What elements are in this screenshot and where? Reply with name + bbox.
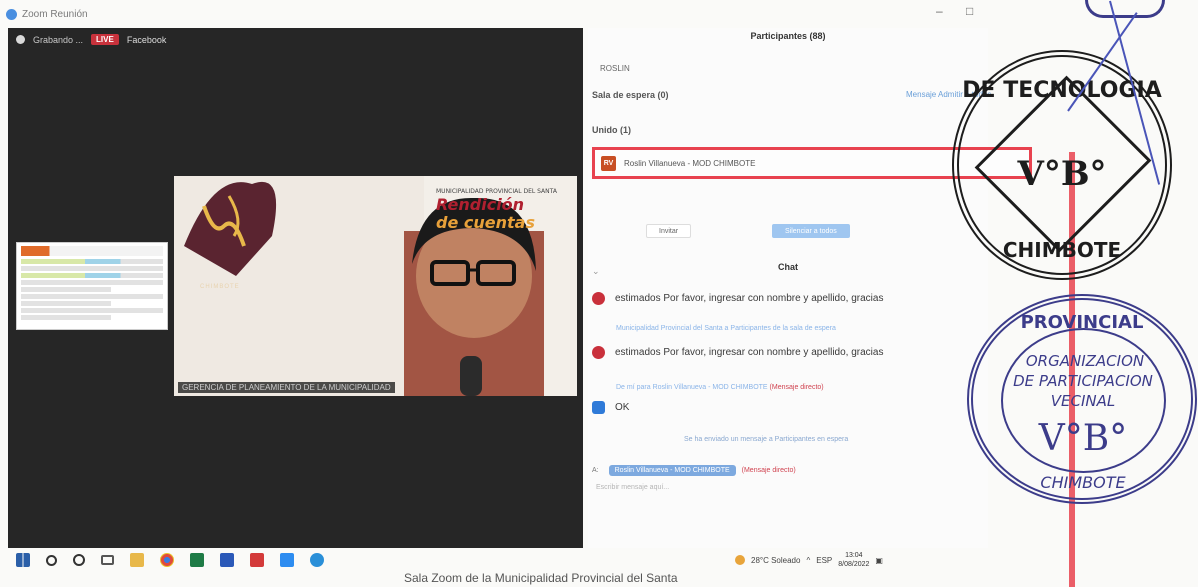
recording-status[interactable]: Grabando ... (33, 35, 83, 45)
avatar: RV (601, 155, 616, 171)
active-speaker-video[interactable]: MUNICIPALIDAD PROVINCIAL DEL SANTA Rendi… (174, 176, 577, 396)
svg-text:CHIMBOTE: CHIMBOTE (1003, 238, 1121, 262)
recipient-dropdown[interactable]: Roslin Villanueva - MOD CHIMBOTE (608, 465, 736, 476)
svg-text:PROVINCIAL: PROVINCIAL (1021, 312, 1144, 333)
windows-start-icon[interactable] (16, 553, 30, 567)
chevron-up-icon[interactable]: ^ (806, 556, 810, 565)
logo-caption: CHIMBOTE (200, 284, 240, 290)
chat-title: Chat (778, 262, 798, 272)
language-indicator[interactable]: ESP (816, 556, 832, 565)
chat-message: estimados Por favor, ingresar con nombre… (592, 346, 883, 359)
gerencia-tecnologia-stamp: DE TECNOLOGIA V°B° CHIMBOTE (952, 50, 1172, 280)
chat-message-meta: Municipalidad Provincial del Santa a Par… (616, 325, 836, 332)
chat-message-text: estimados Por favor, ingresar con nombre… (615, 347, 884, 358)
chat-message: OK (592, 401, 629, 414)
chrome-icon[interactable] (160, 553, 174, 567)
video-area: Grabando ... LIVE Facebook MUNICIPALIDAD… (8, 28, 583, 548)
shared-screen-thumbnail[interactable] (16, 242, 168, 330)
recipient-row: A: Roslin Villanueva - MOD CHIMBOTE (Men… (592, 465, 796, 476)
zoom-icon[interactable] (280, 553, 294, 567)
participants-chat-panel: Participantes (88) ROSLIN Sala de espera… (588, 28, 1032, 548)
participant-search-input[interactable]: ROSLIN (600, 64, 880, 78)
weather-text[interactable]: 28°C Soleado (751, 556, 800, 565)
minimize-button[interactable]: – (936, 4, 943, 18)
notification-icon[interactable]: ▣ (875, 556, 883, 565)
edge-icon[interactable] (310, 553, 324, 567)
word-icon[interactable] (220, 553, 234, 567)
recording-bar: Grabando ... LIVE Facebook (16, 34, 166, 45)
chat-message: estimados Por favor, ingresar con nombre… (592, 292, 883, 305)
recording-icon (16, 35, 25, 44)
mute-all-button[interactable]: Silenciar a todos (772, 224, 850, 238)
microphone-icon (460, 356, 482, 396)
chat-message-meta: De mí para Roslin Villanueva - MOD CHIMB… (616, 384, 824, 391)
direct-message-tag: (Mensaje directo) (741, 467, 796, 474)
acrobat-icon[interactable] (250, 553, 264, 567)
live-platform[interactable]: Facebook (127, 35, 167, 45)
rendicion-banner: MUNICIPALIDAD PROVINCIAL DEL SANTA Rendi… (436, 188, 557, 232)
windows-taskbar: 28°C Soleado ^ ESP 13:04 8/08/2022 ▣ (0, 547, 1060, 573)
svg-text:ORGANIZACION: ORGANIZACION (1026, 352, 1144, 370)
window-title-bar: Zoom Reunión (0, 0, 1000, 28)
chat-system-note: Se ha enviado un mensaje a Participantes… (684, 436, 849, 443)
chat-compose-input[interactable]: Escribir mensaje aquí... (596, 484, 669, 491)
svg-text:CHIMBOTE: CHIMBOTE (1040, 473, 1126, 492)
zoom-logo-icon (6, 8, 17, 20)
svg-text:V°B°: V°B° (1016, 154, 1106, 194)
stamp-fragment (1085, 0, 1165, 18)
joined-header[interactable]: Unido (1) (592, 125, 631, 135)
task-view-icon[interactable] (101, 555, 114, 565)
file-explorer-icon[interactable] (130, 553, 144, 567)
chat-message-text: OK (615, 402, 630, 413)
chat-avatar-icon (592, 401, 605, 414)
participant-name: Roslin Villanueva - MOD CHIMBOTE (624, 158, 756, 168)
search-icon[interactable] (46, 554, 57, 566)
invite-button[interactable]: Invitar (646, 224, 692, 238)
svg-text:V°B°: V°B° (1038, 418, 1127, 459)
speaker-name-tag: GERENCIA DE PLANEAMIENTO DE LA MUNICIPAL… (178, 382, 395, 393)
window-title: Zoom Reunión (22, 8, 88, 20)
svg-text:DE PARTICIPACION: DE PARTICIPACION (1013, 372, 1153, 390)
waiting-room-header[interactable]: Sala de espera (0) (592, 90, 669, 100)
excel-icon[interactable] (190, 553, 204, 567)
svg-text:VECINAL: VECINAL (1051, 392, 1115, 410)
chat-avatar-icon (592, 292, 605, 305)
weather-icon (735, 555, 745, 565)
maximize-button[interactable]: □ (966, 4, 973, 18)
system-tray: 28°C Soleado ^ ESP 13:04 8/08/2022 ▣ (735, 551, 883, 569)
chat-avatar-icon (592, 346, 605, 359)
live-badge[interactable]: LIVE (91, 34, 119, 45)
participacion-vecinal-stamp: PROVINCIAL ORGANIZACION DE PARTICIPACION… (967, 294, 1197, 504)
participants-title: Participantes (88) (750, 31, 826, 41)
document-caption: Sala Zoom de la Municipalidad Provincial… (404, 571, 678, 585)
chat-message-text: estimados Por favor, ingresar con nombre… (615, 293, 884, 304)
system-clock[interactable]: 13:04 8/08/2022 (838, 551, 869, 569)
cortana-icon[interactable] (73, 554, 85, 566)
